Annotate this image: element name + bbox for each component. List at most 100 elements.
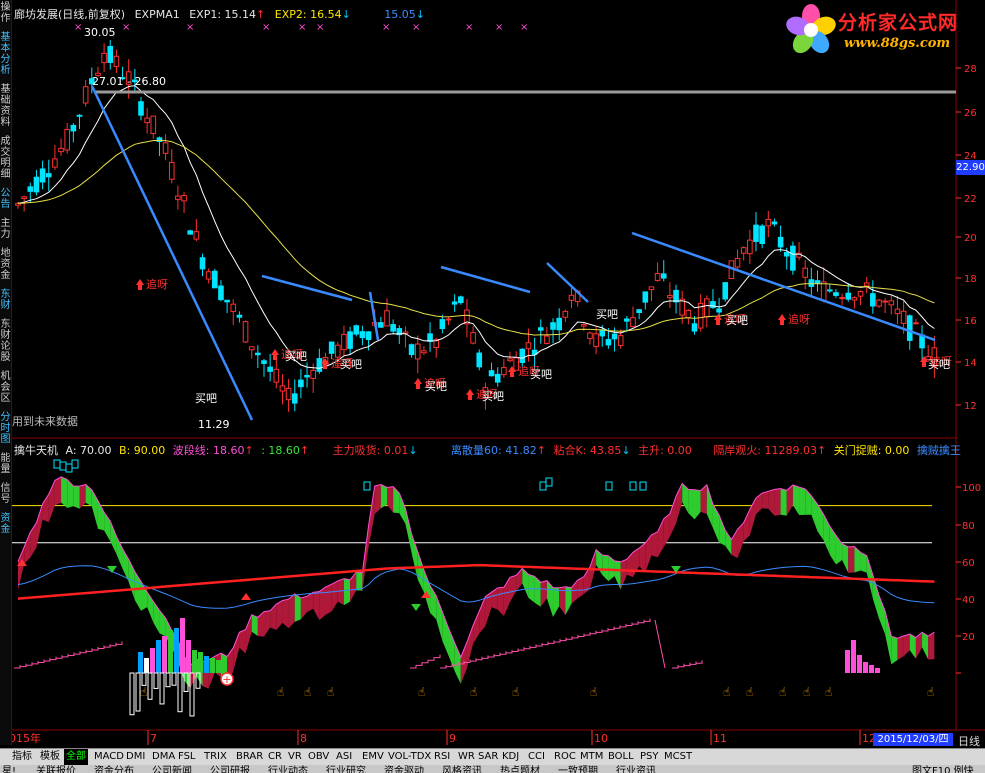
sidebar-item[interactable]: 操作: [0, 2, 11, 24]
tab-cr[interactable]: CR: [266, 749, 284, 765]
sidebar-item[interactable]: 地资金: [0, 248, 11, 281]
outflow-bar: [153, 672, 159, 689]
candle-body: [519, 348, 526, 363]
sidebar-item[interactable]: 东财: [0, 289, 11, 311]
candle-body: [359, 331, 366, 339]
candle-body: [52, 158, 58, 168]
signal-label: 买吧: [482, 390, 504, 403]
volume-bar: [180, 618, 185, 673]
bond-arrow: ↓: [621, 444, 631, 457]
tab-macd[interactable]: MACD: [92, 749, 126, 765]
trend-line: [440, 265, 531, 294]
oscillator-band: [54, 476, 62, 506]
sidebar-item[interactable]: 分时图: [0, 412, 11, 445]
tab-dma[interactable]: DMA: [150, 749, 177, 765]
bottom-bar-item[interactable]: 行业资讯: [616, 765, 656, 773]
tab-wr[interactable]: WR: [456, 749, 477, 765]
stock-title[interactable]: 廊坊发展(日线,前复权): [14, 8, 125, 21]
tab-vr[interactable]: VR: [286, 749, 304, 765]
left-sidebar: 操作基本分析基础资料成交明细公告主力地资金东财东财论股机会区分时图能量信号资金: [0, 0, 12, 745]
tab-trix[interactable]: TRIX: [202, 749, 229, 765]
indicator-tick-label: 40: [962, 595, 975, 606]
hand-icon: ☝: [779, 685, 786, 699]
ema-long-line: [17, 140, 935, 336]
sidebar-item[interactable]: 东财论股: [0, 319, 11, 363]
candle-body: [45, 173, 52, 178]
oscillator-band: [257, 611, 264, 637]
bottom-bar-item[interactable]: 行业研究: [326, 765, 366, 773]
range-label: 27.01 - 26.80: [92, 75, 166, 88]
tab-mcst[interactable]: MCST: [662, 749, 694, 765]
tab-指标[interactable]: 指标: [10, 749, 34, 765]
candle-body: [722, 282, 729, 300]
bottom-bar-item[interactable]: 关联报价: [36, 765, 76, 773]
indicator-name[interactable]: EXPMA1: [135, 8, 180, 21]
sidebar-item[interactable]: 基础资料: [0, 84, 11, 128]
price-tick-label: 18: [964, 274, 977, 285]
marker-icon: ×: [412, 22, 420, 33]
exp2-label: EXP2: 16.54: [274, 8, 342, 21]
tab-vol-tdx[interactable]: VOL-TDX: [386, 749, 433, 765]
oscillator-band: [387, 486, 394, 513]
bottom-bar-item[interactable]: 公司新闻: [152, 765, 192, 773]
bottom-bar-item[interactable]: 公司研报: [210, 765, 250, 773]
tab-brar[interactable]: BRAR: [234, 749, 265, 765]
accumulation-staircase: [14, 641, 123, 669]
bottom-bar-item[interactable]: 热点题材: [500, 765, 540, 773]
bottom-bar-item[interactable]: 资金驱动: [384, 765, 424, 773]
marker-icon: ×: [74, 22, 82, 33]
candle-body: [568, 294, 575, 301]
price-tick-label: 12: [964, 401, 977, 412]
tab-obv[interactable]: OBV: [306, 749, 331, 765]
bottom-bar-item[interactable]: 一致预期: [558, 765, 598, 773]
tab-asi[interactable]: ASI: [334, 749, 354, 765]
sidebar-item[interactable]: 成交明细: [0, 136, 11, 180]
bottom-bar-right[interactable]: 图文F10 例快: [912, 765, 974, 773]
tab-roc[interactable]: ROC: [552, 749, 578, 765]
oscillator-band: [374, 484, 381, 514]
sidebar-item[interactable]: 公告: [0, 188, 11, 210]
tab-rsi[interactable]: RSI: [432, 749, 452, 765]
tab-sar[interactable]: SAR: [476, 749, 500, 765]
sidebar-item[interactable]: 基本分析: [0, 32, 11, 76]
tab-kdj[interactable]: KDJ: [500, 749, 521, 765]
tab-dmi[interactable]: DMI: [124, 749, 147, 765]
bottom-info-bar: 星! 关联报价 资金分布 公司新闻 公司研报 行业动态 行业研究 资金驱动 风格资讯 热点题材 一致…: [0, 765, 985, 773]
candle-body: [814, 280, 821, 284]
tab-psy[interactable]: PSY: [638, 749, 661, 765]
hand-icon: ☝: [825, 685, 832, 699]
tab-模板[interactable]: 模板: [38, 749, 62, 765]
oscillator-band: [596, 549, 603, 575]
bottom-bar-item[interactable]: 行业动态: [268, 765, 308, 773]
sub-chart-name[interactable]: 擒牛天机: [14, 444, 58, 457]
tab-mtm[interactable]: MTM: [578, 749, 605, 765]
candle-body: [175, 195, 181, 200]
candle-body: [285, 387, 292, 401]
guard-label: 关门捉贼: 0.00: [833, 444, 910, 457]
tab-全部[interactable]: 全部: [64, 749, 88, 765]
oscillator-band: [417, 551, 424, 593]
indicator-tick-label: 100: [962, 483, 981, 494]
oscillator-band: [774, 488, 781, 516]
tab-fsl[interactable]: FSL: [176, 749, 198, 765]
main-chart-canvas[interactable]: 282624222018161412100806040202015年 7 8 9 10 1…: [0, 0, 985, 773]
peak-marker-icon: [629, 481, 637, 491]
candle-body: [667, 295, 673, 299]
candle-body: [525, 342, 532, 350]
oscillator-band: [116, 536, 123, 569]
bottom-bar-item[interactable]: 资金分布: [94, 765, 134, 773]
tab-boll[interactable]: BOLL: [606, 749, 636, 765]
peak-marker-icon: [53, 459, 61, 469]
candle-body: [316, 358, 323, 372]
bottom-bar-item[interactable]: 风格资讯: [442, 765, 482, 773]
sidebar-item[interactable]: 能量: [0, 453, 11, 475]
bottom-bar-item[interactable]: 星!: [2, 765, 16, 773]
volume-bar: [162, 636, 167, 673]
sidebar-item[interactable]: 机会区: [0, 371, 11, 404]
sidebar-item[interactable]: 信号: [0, 483, 11, 505]
tab-emv[interactable]: EMV: [360, 749, 386, 765]
sidebar-item[interactable]: 主力: [0, 218, 11, 240]
period-label[interactable]: 日线: [958, 733, 980, 749]
tab-cci[interactable]: CCI: [526, 749, 547, 765]
sidebar-item[interactable]: 资金: [0, 513, 11, 535]
